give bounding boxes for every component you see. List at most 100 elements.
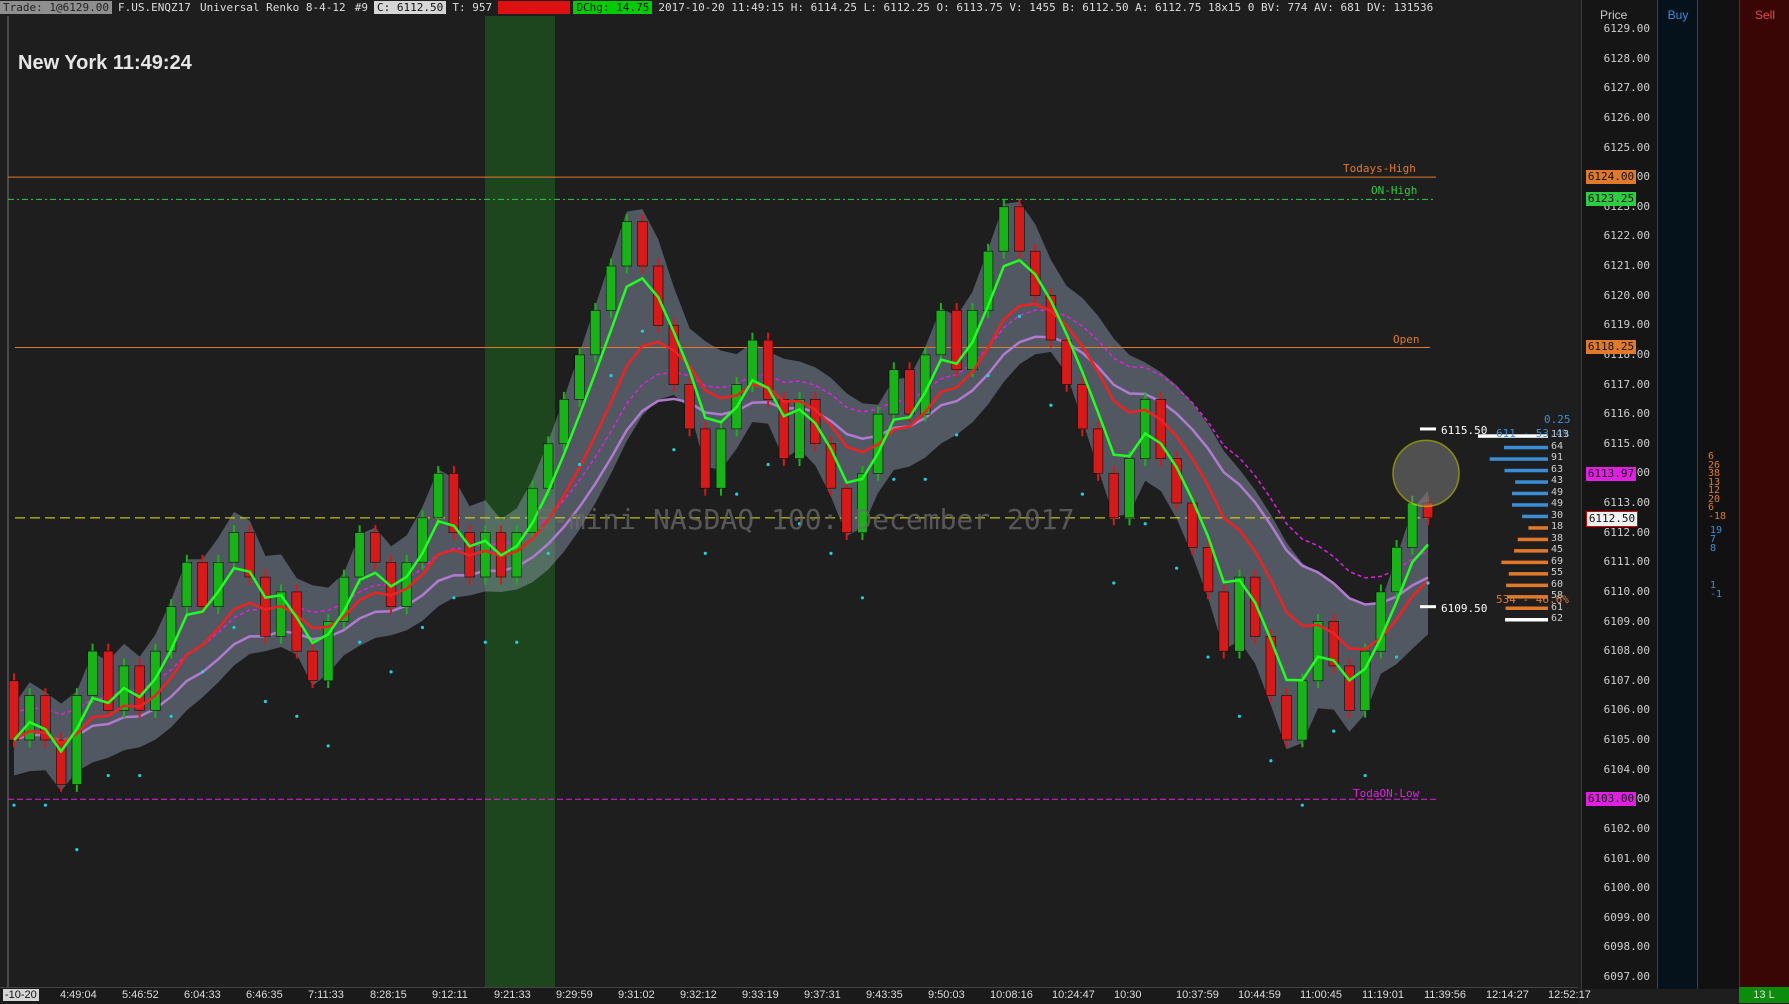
- price-axis-tick: 6098.00: [1603, 940, 1650, 954]
- price-axis-tick: 6108.00: [1603, 644, 1650, 658]
- trail-dot: [1080, 492, 1084, 496]
- time-axis-tick: 11:39:56: [1424, 989, 1467, 1001]
- trail-dot: [1300, 803, 1304, 807]
- trail-dot: [295, 714, 299, 718]
- time-axis-tick: 9:50:03: [928, 989, 965, 1001]
- profile-volume-number: 61: [1551, 601, 1564, 613]
- trail-dot: [326, 744, 330, 748]
- candle-body: [150, 650, 161, 711]
- candle-body: [637, 221, 648, 267]
- trail-dot: [200, 670, 205, 674]
- buy-column[interactable]: Buy: [1657, 0, 1698, 989]
- candle-body: [1124, 458, 1135, 519]
- price-axis-tick: 6117.00: [1603, 377, 1650, 391]
- trail-dot: [12, 803, 16, 807]
- price-axis-tick: 6115.00: [1603, 436, 1650, 450]
- trail-dot: [1363, 773, 1367, 778]
- trail-dot: [1112, 581, 1116, 585]
- trail-dot: [1426, 581, 1430, 585]
- profile-volume-number: 58: [1551, 590, 1564, 602]
- price-axis-tick: 6113.00: [1603, 496, 1650, 509]
- sell-header[interactable]: Sell: [1740, 8, 1789, 22]
- price-axis-tick: 6104.00: [1603, 762, 1650, 776]
- trail-dot: [1175, 566, 1179, 570]
- profile-volume-number: 62: [1551, 613, 1564, 625]
- dom-buy-number: -1: [1710, 589, 1723, 601]
- candle-body: [888, 369, 899, 415]
- candle-body: [700, 428, 711, 489]
- time-axis-date: -10-20: [3, 989, 39, 1001]
- price-axis-tick: 6129.00: [1603, 22, 1650, 35]
- trail-dot: [546, 551, 550, 555]
- volume-profile-bar: [1514, 549, 1548, 553]
- candle-body: [1297, 680, 1308, 741]
- on-high-price-box: 6123.25: [1586, 192, 1636, 207]
- candle-body: [417, 517, 428, 563]
- profile-volume-number: 30: [1551, 509, 1564, 521]
- candle-body: [307, 650, 318, 681]
- trail-dot: [703, 551, 707, 555]
- volume-profile-bar: [1522, 514, 1548, 519]
- profile-volume-number: 18: [1551, 521, 1564, 533]
- candle-body: [684, 384, 695, 430]
- profile-volume-number: 49: [1551, 498, 1564, 510]
- buy-header[interactable]: Buy: [1658, 8, 1698, 22]
- time-axis-tick: 10:08:16: [990, 989, 1033, 1001]
- time-axis-tick: 9:21:33: [494, 989, 531, 1001]
- price-axis-tick: 6106.00: [1603, 703, 1650, 717]
- dom-ladder-column[interactable]: 6 26 38 13 12 20 6 -18 19 7 8 1 -1: [1697, 0, 1740, 989]
- price-axis-tick: 6126.00: [1603, 110, 1650, 124]
- price-axis-tick: 6102.00: [1603, 821, 1650, 835]
- price-axis[interactable]: Price 6129.00 6128.00 6127.00 6126.00 6125.0…: [1581, 0, 1658, 989]
- trail-dot: [1269, 759, 1273, 763]
- time-axis-tick: 12:52:17: [1548, 989, 1591, 1001]
- time-axis-tick: 9:29:59: [556, 989, 593, 1001]
- candle-body: [228, 532, 240, 563]
- trail-dot: [43, 803, 48, 807]
- candle-body: [1140, 398, 1151, 459]
- candle-body: [715, 428, 727, 489]
- profile-volume-number: 60: [1551, 578, 1564, 590]
- price-axis-tick: 6109.00: [1603, 614, 1650, 628]
- candle-body: [87, 650, 98, 696]
- profile-high-label: 6115.50: [1441, 424, 1488, 437]
- time-axis-tick: 6:04:33: [184, 989, 221, 1001]
- profile-volume-number: 45: [1551, 544, 1564, 556]
- profile-volume-number: 113: [1551, 429, 1570, 441]
- trail-dot: [829, 551, 833, 555]
- chart-background: [0, 16, 1578, 987]
- candle-body: [8, 680, 20, 741]
- trail-dot: [735, 492, 739, 496]
- candle-body: [480, 532, 491, 578]
- time-axis-tick: 5:46:52: [122, 989, 159, 1001]
- time-axis[interactable]: -10-20 4:49:04 5:46:52 6:04:33 6:46:35 7:11:…: [0, 987, 1591, 1004]
- position-status: 13 L: [1739, 987, 1789, 1003]
- trail-dot: [892, 477, 896, 481]
- trail-dot: [640, 329, 645, 333]
- price-chart[interactable]: [0, 0, 1578, 987]
- trail-dot: [672, 448, 676, 452]
- profile-top-pct: 0.25: [1544, 413, 1571, 426]
- price-axis-tick: 6097.00: [1603, 970, 1650, 983]
- candle-body: [1391, 547, 1402, 593]
- time-axis-tick: 9:37:31: [804, 989, 841, 1001]
- trail-dot: [420, 625, 425, 630]
- instrument-watermark: E-mini NASDAQ 100: December 2017: [535, 503, 1075, 536]
- time-axis-tick: 9:31:02: [618, 989, 655, 1001]
- candle-body: [1250, 576, 1261, 637]
- candle-body: [605, 265, 617, 311]
- trail-dot: [515, 640, 519, 644]
- trail-dot: [860, 596, 865, 600]
- price-axis-tick: 6101.00: [1603, 851, 1650, 865]
- candle-body: [1077, 384, 1088, 430]
- candle-body: [181, 561, 192, 607]
- time-axis-tick: 10:30: [1114, 989, 1142, 1001]
- time-axis-tick: 12:14:27: [1486, 989, 1529, 1001]
- sell-column[interactable]: Sell: [1739, 0, 1789, 989]
- candle-body: [1202, 547, 1214, 593]
- price-axis-tick: 6099.00: [1603, 910, 1650, 924]
- volume-profile-bar: [1517, 537, 1548, 542]
- price-axis-tick: 6107.00: [1603, 673, 1650, 687]
- candle-body: [370, 532, 381, 563]
- trail-dot: [106, 773, 110, 778]
